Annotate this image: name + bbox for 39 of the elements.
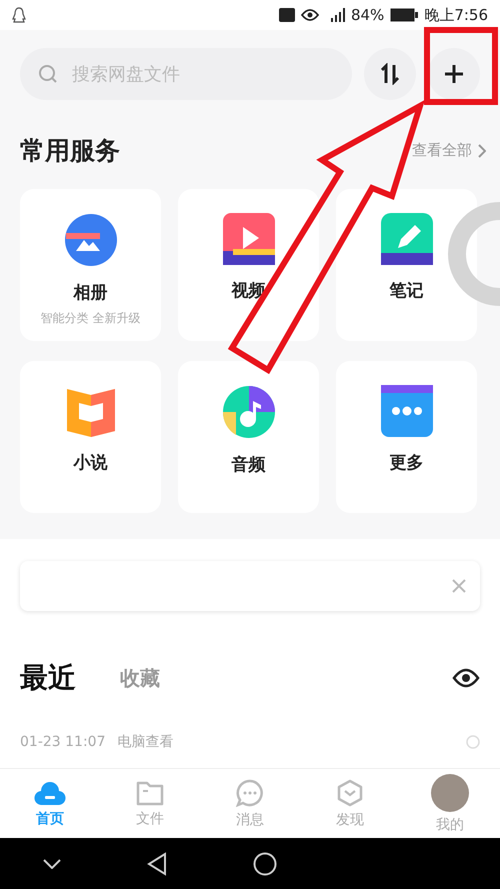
recent-time: 01-23 11:07 (20, 734, 106, 750)
music-note-icon (222, 385, 276, 439)
plus-icon (444, 64, 464, 84)
chat-bubble-icon (236, 778, 264, 806)
radio-circle-icon[interactable] (466, 735, 480, 749)
service-label: 笔记 (390, 280, 424, 302)
album-icon (64, 213, 118, 267)
service-label: 音频 (232, 454, 266, 476)
avatar (431, 774, 469, 812)
service-card[interactable]: 更多 (336, 361, 477, 513)
service-card[interactable]: 笔记 (336, 189, 477, 341)
video-icon (222, 213, 274, 265)
penguin-icon (12, 7, 26, 23)
section-title: 常用服务 (20, 135, 120, 167)
battery-icon (390, 8, 418, 22)
home-circle-icon[interactable] (253, 852, 277, 876)
back-icon[interactable] (147, 852, 167, 876)
more-icon (380, 385, 432, 437)
feed-tab[interactable]: 最近 (20, 659, 76, 697)
service-label: 更多 (390, 452, 424, 474)
chevron-right-icon (478, 144, 486, 158)
service-label: 小说 (74, 452, 108, 474)
eye-icon[interactable] (452, 668, 480, 688)
recent-source: 电脑查看 (117, 733, 174, 751)
sort-arrows-icon (379, 63, 401, 85)
search-icon (38, 64, 58, 84)
service-subtitle: 智能分类 全新升级 (40, 310, 140, 327)
battery-percent: 84% (350, 6, 384, 24)
note-icon (380, 213, 432, 265)
cloud-icon (34, 780, 66, 806)
service-card[interactable]: 相册 智能分类 全新升级 (20, 189, 161, 341)
chevron-down-icon[interactable] (43, 858, 61, 868)
service-card[interactable]: 音频 (178, 361, 319, 513)
service-label: 相册 (74, 282, 108, 304)
eye-icon (300, 9, 319, 21)
service-card[interactable]: 小说 (20, 361, 161, 513)
folder-icon (136, 780, 164, 806)
hexagon-icon (336, 778, 364, 806)
clock-time: 晚上7:56 (424, 6, 488, 24)
